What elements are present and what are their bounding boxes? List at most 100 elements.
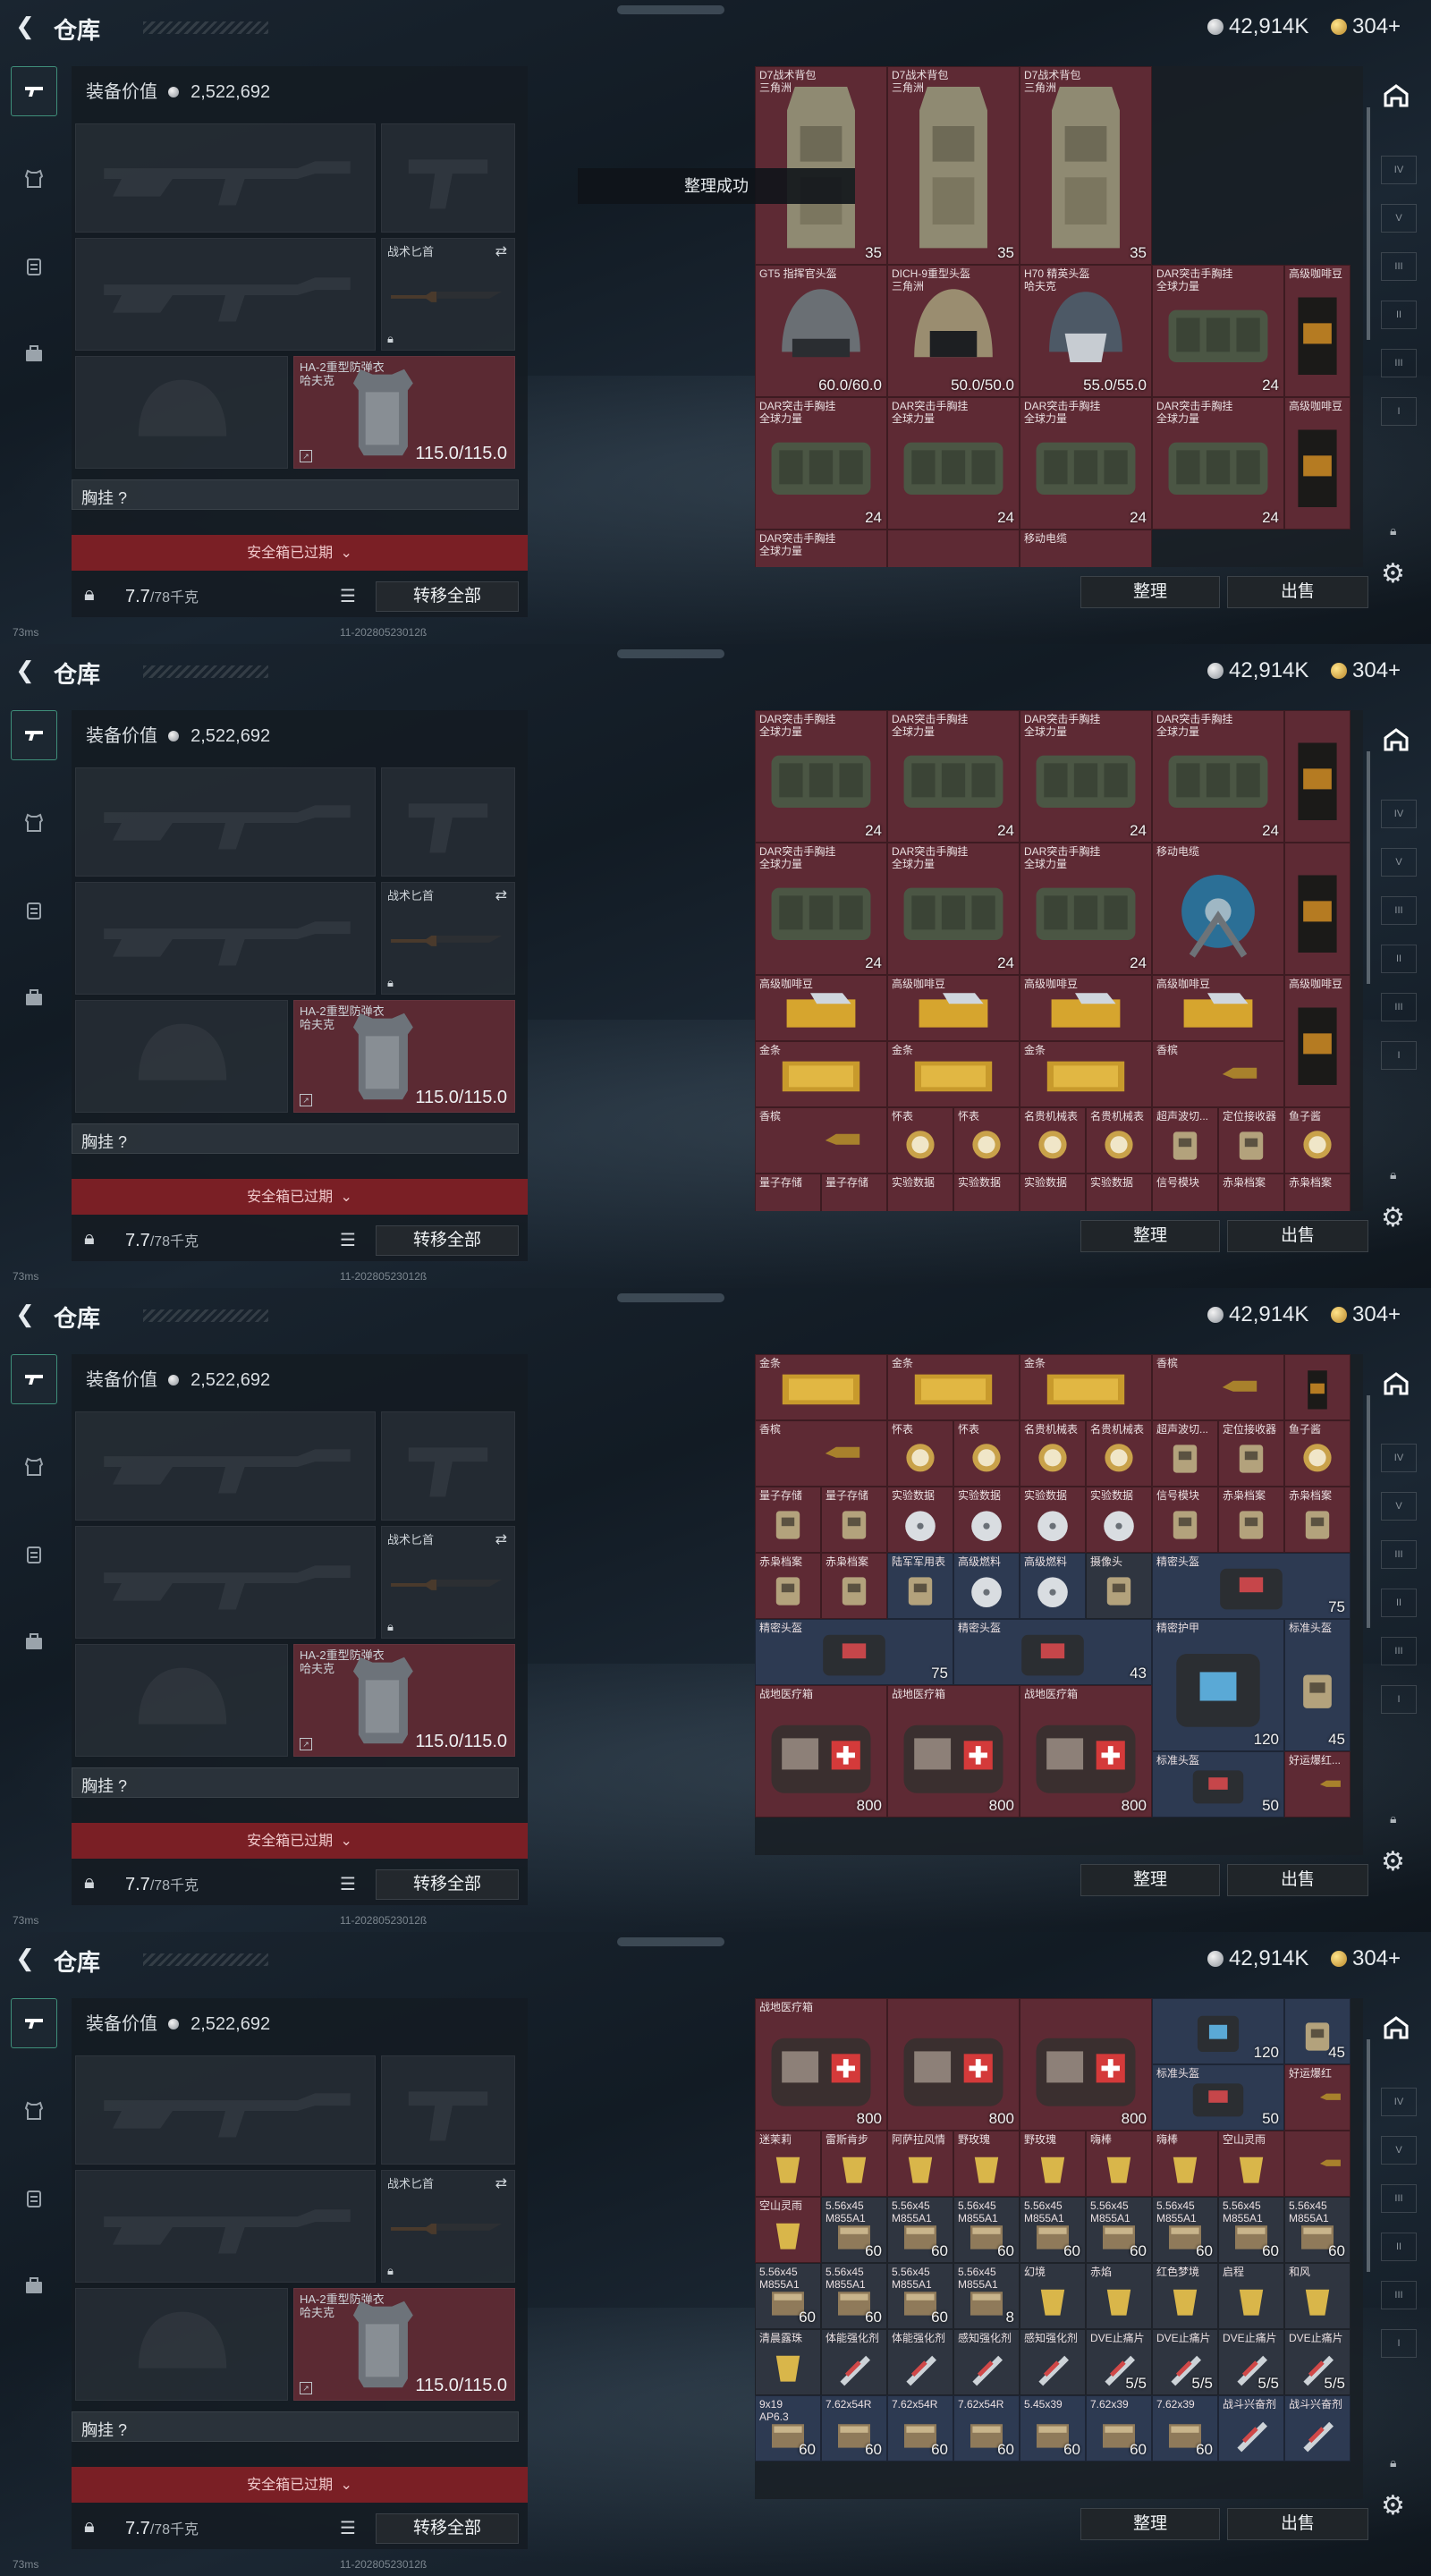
tab-rig[interactable] (11, 1530, 57, 1580)
armor-slot[interactable]: HA-2重型防弹衣 哈夫克 ↗ 115.0/115.0 (293, 2288, 515, 2401)
stash-item[interactable]: 赤焰 (1086, 2263, 1152, 2329)
helmet-slot[interactable] (75, 2288, 288, 2401)
stash-item[interactable]: DAR突击手胸挂 全球力量 24 (887, 710, 1020, 843)
stash-item[interactable]: 5.56x45 M855A1 60 (1284, 2197, 1351, 2263)
stash-item[interactable]: 清晨露珠 (755, 2329, 821, 2395)
stash-page-tab[interactable]: V (1381, 848, 1417, 877)
stash-page-tab[interactable]: I (1381, 2329, 1417, 2358)
stash-page-tab[interactable]: III (1381, 2281, 1417, 2309)
stash-page-tab[interactable]: V (1381, 204, 1417, 233)
stash-item[interactable]: DAR突击手胸挂 全球力量 24 (755, 843, 887, 975)
stash-item[interactable]: 香槟 (1152, 1041, 1284, 1107)
stash-item[interactable]: H70 精英头盔 哈夫克 55.0/55.0 (1020, 265, 1152, 397)
stash-item[interactable]: 赤枭档案 (755, 1553, 821, 1619)
stash-item[interactable]: 金条 (1020, 1354, 1152, 1420)
stash-item[interactable]: 金条 (755, 1354, 887, 1420)
stash-page-tab[interactable]: IV (1381, 1444, 1417, 1472)
stash-item[interactable]: 实验数据 (953, 1487, 1020, 1553)
stash-item[interactable] (1284, 710, 1351, 843)
stash-item[interactable]: 体能强化剂 (821, 2329, 887, 2395)
stash-item[interactable]: 感知强化剂 (953, 2329, 1020, 2395)
secondary-weapon-slot[interactable] (75, 1526, 376, 1639)
home-icon[interactable] (1377, 2009, 1415, 2046)
safe-box-expired[interactable]: 安全箱已过期 ⌄ (72, 1179, 528, 1215)
sell-button[interactable]: 出售 (1227, 1220, 1368, 1252)
stash-item[interactable]: 野玫瑰 (953, 2131, 1020, 2197)
transfer-all-button[interactable]: 转移全部 (376, 581, 519, 612)
back-icon[interactable]: ❮ (13, 13, 38, 40)
stash-item[interactable]: 名贵机械表 (1020, 1420, 1086, 1487)
stash-item[interactable]: 怀表 (953, 1420, 1020, 1487)
stash-item[interactable]: 定位接收器 (1218, 1107, 1284, 1174)
stash-item[interactable]: 迷茉莉 (755, 2131, 821, 2197)
stash-page-tab[interactable]: I (1381, 397, 1417, 426)
stash-item[interactable]: DAR突击手胸挂 全球力量 24 (1020, 843, 1152, 975)
stash-item[interactable]: 移动电缆 (1020, 530, 1152, 567)
stash-item[interactable]: 5.45x39 60 (1020, 2395, 1086, 2462)
stash-item[interactable]: 信号模块 (1152, 1174, 1218, 1211)
stash-item[interactable]: 定位接收器 (1218, 1420, 1284, 1487)
stash-item[interactable] (1284, 1354, 1351, 1420)
stash-item[interactable]: 实验数据 (1086, 1174, 1152, 1211)
stash-item[interactable]: 5.56x45 M855A1 60 (755, 2263, 821, 2329)
stash-item[interactable]: DAR突击手胸挂 全球力量 24 (887, 843, 1020, 975)
stash-item[interactable]: DAR突击手胸挂 全球力量 24 (1020, 710, 1152, 843)
chest-rig-slot[interactable]: 胸挂 ? (72, 1767, 519, 1798)
stash-item[interactable]: 标准头盔 45 (1284, 1619, 1351, 1751)
stash-item[interactable]: 空山灵雨 (1218, 2131, 1284, 2197)
stash-item[interactable]: 45 (1284, 1998, 1351, 2064)
gold-currency[interactable]: 304+ (1331, 14, 1401, 39)
stash-item[interactable]: 量子存储 (755, 1174, 821, 1211)
stash-page-tab[interactable]: IV (1381, 2088, 1417, 2116)
stash-item[interactable]: 名贵机械表 (1086, 1420, 1152, 1487)
stash-item[interactable]: 实验数据 (887, 1174, 953, 1211)
chest-rig-slot[interactable]: 胸挂 ? (72, 1123, 519, 1154)
stash-item[interactable]: 5.56x45 M855A1 60 (821, 2197, 887, 2263)
tab-bag[interactable] (11, 329, 57, 379)
stash-item[interactable]: 5.56x45 M855A1 60 (821, 2263, 887, 2329)
pistol-slot[interactable] (381, 123, 515, 233)
stash-item[interactable]: 5.56x45 M855A1 60 (1086, 2197, 1152, 2263)
stash-item[interactable]: 战地医疗箱 800 (755, 1685, 887, 1818)
stash-item[interactable]: 高级咖啡豆 (755, 975, 887, 1041)
stash-item[interactable]: DVE止痛片 5/5 (1086, 2329, 1152, 2395)
stash-item[interactable]: DICH-9重型头盔 三角洲 50.0/50.0 (887, 265, 1020, 397)
stash-item[interactable]: 高级咖啡豆 (887, 975, 1020, 1041)
stash-item[interactable]: 精密头盔 75 (755, 1619, 953, 1685)
stash-item[interactable]: 高级燃料 (953, 1553, 1020, 1619)
stash-item[interactable]: 启程 (1218, 2263, 1284, 2329)
safe-box-expired[interactable]: 安全箱已过期 ⌄ (72, 1823, 528, 1859)
stash-item[interactable]: 120 (1152, 1998, 1284, 2064)
stash-page-tab[interactable]: III (1381, 252, 1417, 281)
tab-bag[interactable] (11, 1617, 57, 1667)
tab-armor[interactable] (11, 798, 57, 848)
stash-item[interactable]: 赤枭档案 (1218, 1487, 1284, 1553)
tab-rig[interactable] (11, 2174, 57, 2224)
stash-item[interactable]: 香槟 (755, 1420, 887, 1487)
stash-item[interactable]: 战斗兴奋剂 (1218, 2395, 1284, 2462)
tab-weapons[interactable] (11, 1998, 57, 2048)
stash-item[interactable]: 7.62x39 60 (1152, 2395, 1218, 2462)
stash-item[interactable]: 香槟 (1152, 1354, 1284, 1420)
tab-armor[interactable] (11, 1442, 57, 1492)
stash-item[interactable]: 精密头盔 43 (953, 1619, 1152, 1685)
tab-weapons[interactable] (11, 710, 57, 760)
stash-item[interactable]: 高级咖啡豆 (1152, 975, 1284, 1041)
stash-item[interactable]: 金条 (755, 1041, 887, 1107)
armor-slot[interactable]: HA-2重型防弹衣 哈夫克 ↗ 115.0/115.0 (293, 1000, 515, 1113)
back-icon[interactable]: ❮ (13, 1301, 38, 1328)
stash-item[interactable] (887, 530, 1020, 567)
stash-item[interactable]: 好运爆红... (1284, 1751, 1351, 1818)
home-icon[interactable] (1377, 1365, 1415, 1402)
stash-item[interactable]: 怀表 (953, 1107, 1020, 1174)
stash-item[interactable]: 感知强化剂 (1020, 2329, 1086, 2395)
tab-bag[interactable] (11, 973, 57, 1023)
stash-item[interactable]: 5.56x45 M855A1 60 (1020, 2197, 1086, 2263)
stash-item[interactable]: 量子存储 (821, 1174, 887, 1211)
stash-item[interactable]: DAR突击手胸挂 全球力量 24 (1152, 265, 1284, 397)
stash-item[interactable]: 战地医疗箱 800 (887, 1685, 1020, 1818)
list-icon[interactable]: ☰ (340, 2517, 356, 2538)
melee-slot[interactable]: 战术匕首 ⇄ 🔒︎ (381, 238, 515, 351)
stash-page-tab[interactable]: II (1381, 1589, 1417, 1617)
stash-item[interactable]: 陆军军用表 (887, 1553, 953, 1619)
